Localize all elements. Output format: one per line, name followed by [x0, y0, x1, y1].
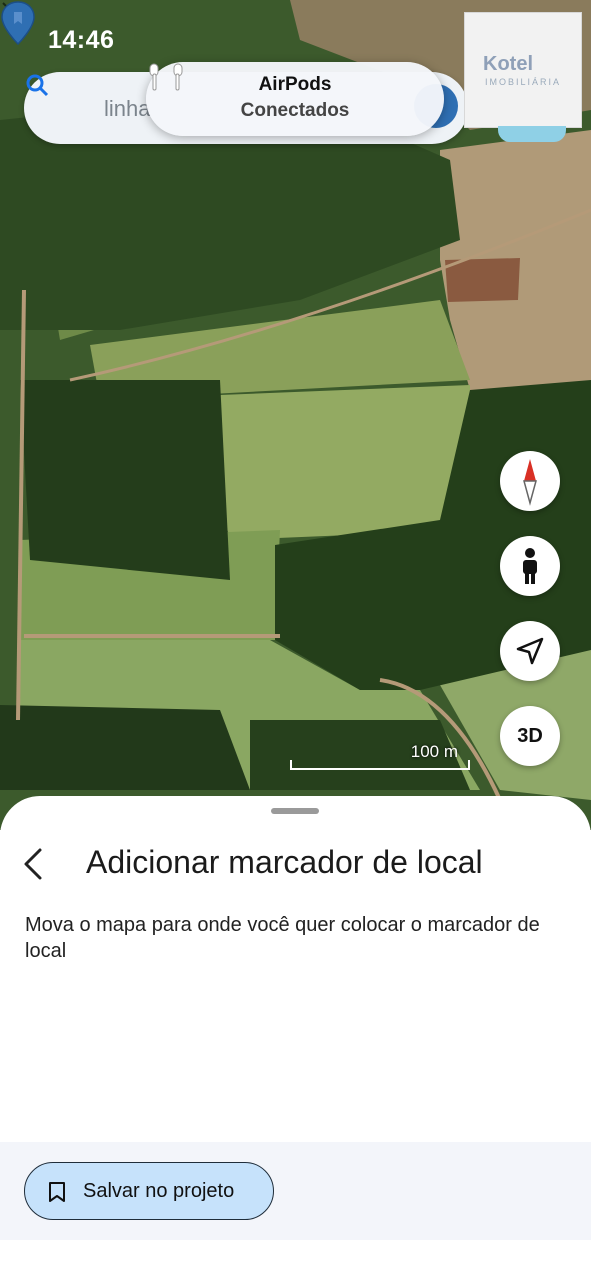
street-view-button[interactable] [500, 536, 560, 596]
airpods-title: AirPods [258, 74, 332, 95]
sheet-title: Adicionar marcador de local [86, 844, 483, 880]
airpods-notification: AirPods Conectados [146, 62, 444, 136]
my-location-button[interactable] [500, 621, 560, 681]
thumbnail-subtitle: IMOBILIÁRIA [485, 77, 562, 87]
airpods-status: Conectados [240, 100, 350, 121]
compass-icon [523, 459, 537, 506]
bookmark-icon [49, 1182, 65, 1202]
satellite-map[interactable]: 14:46 linha AirPods Conectados Kotel IMO… [0, 0, 591, 830]
search-input[interactable]: linha [104, 96, 150, 122]
navigation-icon [516, 637, 544, 665]
scale-label: 100 m [410, 742, 458, 761]
airpods-icon [149, 63, 183, 91]
street-view-icon [523, 548, 537, 584]
sheet-drag-handle[interactable] [271, 808, 319, 814]
map-pin-icon[interactable] [0, 0, 36, 46]
save-to-project-button[interactable]: Salvar no projeto [24, 1162, 274, 1220]
logo-thumbnail: Kotel IMOBILIÁRIA [464, 12, 582, 128]
sheet-footer: Salvar no projeto [0, 1142, 591, 1240]
thumbnail-logo: Kotel [483, 53, 533, 75]
back-arrow-icon[interactable] [18, 844, 50, 884]
sheet-description: Mova o mapa para onde você quer colocar … [25, 914, 540, 962]
3d-button[interactable]: 3D [500, 706, 560, 766]
compass-button[interactable] [500, 451, 560, 511]
scale-bar [290, 760, 470, 770]
layers-button[interactable] [498, 126, 566, 142]
save-button-label: Salvar no projeto [83, 1180, 235, 1202]
search-icon [26, 74, 49, 97]
status-time: 14:46 [48, 26, 115, 54]
map-scale: 100 m [290, 742, 470, 770]
